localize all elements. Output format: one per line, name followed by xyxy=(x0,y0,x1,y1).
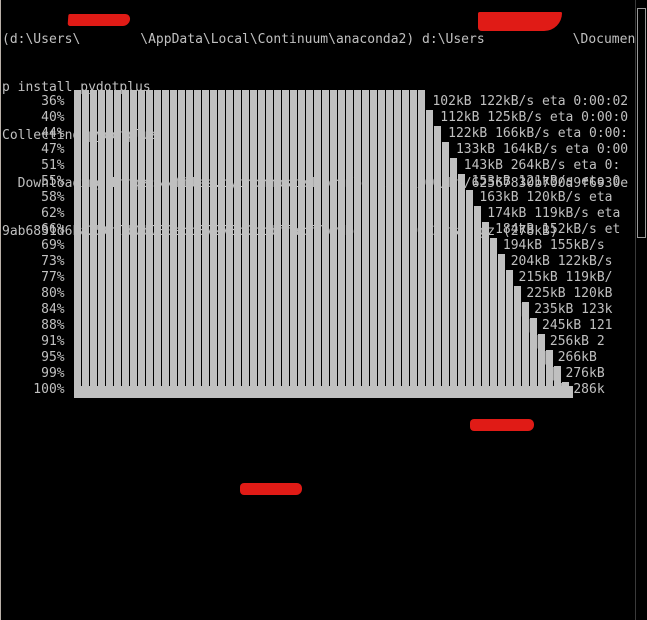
redaction-mark-username-requirement xyxy=(470,419,534,431)
prompt-cwd-head: d:\Users xyxy=(414,32,485,47)
progress-status-row: | 194kB 155kB/s xyxy=(2,238,605,253)
redaction-mark-username-path xyxy=(478,12,562,31)
progress-status-row: | 225kB 120kB xyxy=(2,286,613,301)
progress-status-row: | 245kB 121 xyxy=(2,318,613,333)
progress-status-row: | 256kB 2 xyxy=(2,334,605,349)
redaction-mark-username-stored xyxy=(240,483,302,495)
progress-status-row: | 266kB xyxy=(2,350,597,365)
progress-status-row: | 143kB 264kB/s eta 0: xyxy=(2,158,621,173)
progress-status-row: | 174kB 119kB/s eta xyxy=(2,206,621,221)
progress-status-row: | 133kB 164kB/s eta 0:00 xyxy=(2,142,629,157)
progress-status-row: | 163kB 120kB/s eta xyxy=(2,190,613,205)
progress-status-row: | 112kB 125kB/s eta 0:00:0 xyxy=(2,110,629,125)
progress-status-row: | 204kB 122kB/s xyxy=(2,254,613,269)
progress-status-row: | 215kB 119kB/ xyxy=(2,270,613,285)
progress-status-column: | 102kB 122kB/s eta 0:00:02 | 112kB 125k… xyxy=(2,94,628,398)
progress-status-row: | 235kB 123k xyxy=(2,302,613,317)
window-left-border xyxy=(0,0,1,620)
progress-status-row: | 122kB 166kB/s eta 0:00: xyxy=(2,126,629,141)
prompt-line: (d:\Users\ \AppData\Local\Continuum\anaco… xyxy=(2,32,647,48)
progress-status-row: | 153kB 121kB/s eta 0 xyxy=(2,174,621,189)
vertical-scrollbar[interactable] xyxy=(635,0,647,620)
progress-status-row: | 286k xyxy=(2,382,605,397)
redaction-mark-username-prompt xyxy=(67,14,131,26)
prompt-env-tail: \AppData\Local\Continuum\anaconda2) xyxy=(140,32,415,47)
progress-status-row: | 184kB 152kB/s et xyxy=(2,222,621,237)
scrollbar-thumb[interactable] xyxy=(637,8,646,238)
progress-status-row: | 102kB 122kB/s eta 0:00:02 xyxy=(2,94,629,109)
terminal-window[interactable]: (d:\Users\ \AppData\Local\Continuum\anaco… xyxy=(0,0,647,620)
prompt-env: (d:\Users\ xyxy=(2,32,81,47)
progress-status-row: | 276kB xyxy=(2,366,605,381)
